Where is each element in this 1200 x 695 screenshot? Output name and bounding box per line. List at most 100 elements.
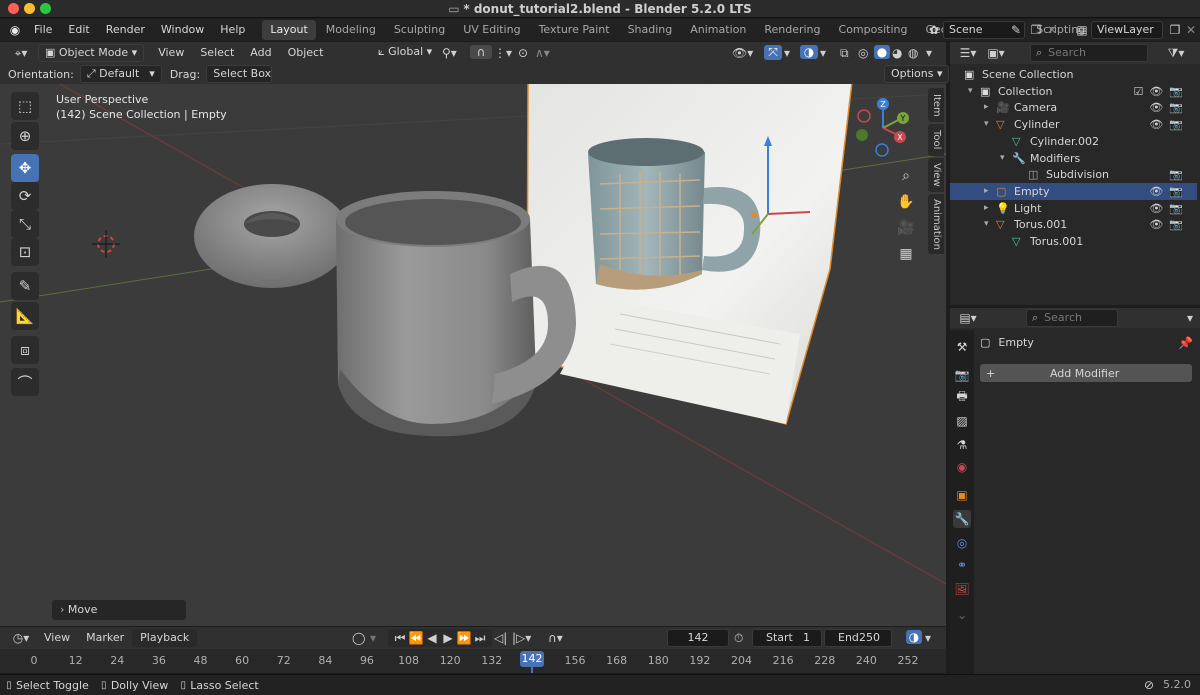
zoom-view-button[interactable]: ⌕ xyxy=(894,164,918,188)
sidebar-tab-item[interactable]: Item xyxy=(928,88,944,122)
visibility-toggles[interactable]: 👁📷 xyxy=(1149,200,1189,217)
workspace-tab-sculpting[interactable]: Sculpting xyxy=(386,20,453,40)
donut-object[interactable] xyxy=(194,184,350,288)
visibility-toggles[interactable]: 👁📷 xyxy=(1149,99,1189,116)
outliner-row-collection[interactable]: ▾ ▣ Collection ☑👁📷 xyxy=(950,83,1197,100)
render-tab[interactable]: 📷 xyxy=(953,366,971,384)
timeline-view-options-icon[interactable]: ◑ xyxy=(906,630,922,644)
playhead[interactable]: 142 xyxy=(520,651,544,667)
tool-tab[interactable]: ⚒ xyxy=(953,338,971,356)
add-cube-tool-button[interactable]: ⧈ xyxy=(11,336,39,364)
timeline-menu-marker[interactable]: Marker xyxy=(78,627,132,649)
measure-tool-button[interactable]: 📐 xyxy=(11,302,39,330)
viewport-menu-view[interactable]: View xyxy=(150,42,192,64)
shading-options-icon[interactable]: ▾ xyxy=(926,46,932,60)
jump-keyframe-forward-icon[interactable]: ⏩ xyxy=(456,631,472,645)
3d-cursor[interactable] xyxy=(92,230,120,258)
object-tab[interactable]: ▣ xyxy=(953,486,971,504)
end-frame-field[interactable]: End 250 xyxy=(824,629,892,647)
gizmo-toggle-icon[interactable]: ⤧ xyxy=(764,45,782,60)
delete-view-layer-icon[interactable]: ✕ xyxy=(1184,23,1198,37)
outliner-row-cylinder-002[interactable]: ▽ Cylinder.002 xyxy=(950,133,1197,150)
expand-toggle-icon[interactable]: ▸ xyxy=(984,200,989,217)
workspace-tab-uv-editing[interactable]: UV Editing xyxy=(455,20,528,40)
camera-view-button[interactable]: 🎥 xyxy=(894,216,918,240)
timeline-menu-view[interactable]: View xyxy=(36,627,78,649)
view-layer-icon[interactable]: ▤ xyxy=(1073,23,1091,37)
snap-icon[interactable]: ∩ xyxy=(470,45,492,59)
workspace-tab-compositing[interactable]: Compositing xyxy=(831,20,916,40)
visibility-toggles[interactable]: ☑👁📷 xyxy=(1133,83,1189,100)
current-frame-field[interactable]: 142 xyxy=(667,629,729,647)
outliner-row-empty[interactable]: ▸ ▢ Empty 👁📷 xyxy=(950,182,1197,200)
pin-icon[interactable]: 📌 xyxy=(1178,336,1193,350)
expand-toggle-icon[interactable]: ▾ xyxy=(984,116,989,133)
play-reverse-icon[interactable]: ◀ xyxy=(424,631,440,645)
delete-scene-icon[interactable]: ✕ xyxy=(1045,23,1059,37)
world-tab[interactable]: ◉ xyxy=(953,458,971,476)
menu-edit[interactable]: Edit xyxy=(60,19,97,41)
navigation-gizmo[interactable]: Z Y X xyxy=(854,94,912,160)
properties-options-icon[interactable]: ▾ xyxy=(1182,311,1198,325)
jump-keyframe-back-icon[interactable]: ⏪ xyxy=(408,631,424,645)
gizmo-dropdown-icon[interactable]: ▾ xyxy=(784,46,790,60)
workspace-tab-modeling[interactable]: Modeling xyxy=(318,20,384,40)
expand-toggle-icon[interactable]: ▾ xyxy=(1000,150,1005,167)
outliner-row-subdivision[interactable]: ◫ Subdivision 📷 xyxy=(950,166,1197,183)
network-off-icon[interactable]: ⊘ xyxy=(1144,678,1154,692)
pan-view-button[interactable]: ✋ xyxy=(894,190,918,214)
workspace-tab-animation[interactable]: Animation xyxy=(682,20,754,40)
jump-end-icon[interactable]: ⏭ xyxy=(472,631,488,646)
workspace-tab-texture-paint[interactable]: Texture Paint xyxy=(531,20,618,40)
output-tab[interactable]: 🖶 xyxy=(953,388,971,406)
expand-toggle-icon[interactable]: ▾ xyxy=(968,83,973,100)
timeline-editor-type-icon[interactable]: ◷▾ xyxy=(6,631,36,645)
shading-rendered-icon[interactable]: ◍ xyxy=(908,46,918,60)
menu-help[interactable]: Help xyxy=(212,19,253,41)
workspace-tab-layout[interactable]: Layout xyxy=(262,20,316,40)
play-icon[interactable]: ▶ xyxy=(440,631,456,645)
add-modifier-button[interactable]: + Add Modifier xyxy=(980,364,1192,382)
falloff-icon[interactable]: ∧▾ xyxy=(535,46,550,60)
last-operation-panel[interactable]: › Move xyxy=(52,600,186,620)
visibility-toggles[interactable]: 👁📷 xyxy=(1149,216,1189,233)
pin-scene-icon[interactable]: ✎ xyxy=(1009,23,1023,37)
modifiers-tab[interactable]: 🔧 xyxy=(953,510,971,528)
proportional-edit-icon[interactable]: ⊙ xyxy=(518,46,528,60)
visibility-toggles[interactable]: 📷 xyxy=(1169,166,1189,183)
outliner-row-scene-collection[interactable]: ▣ Scene Collection xyxy=(950,66,1197,83)
outliner-row-light[interactable]: ▸ 💡 Light 👁📷 xyxy=(950,200,1197,217)
shading-material-icon[interactable]: ◕ xyxy=(892,46,902,60)
outliner-editor-type-icon[interactable]: ☰▾ xyxy=(954,46,982,60)
snap-target-icon[interactable]: ⋮▾ xyxy=(494,46,512,60)
snapping-icon[interactable]: ∩▾ xyxy=(548,631,563,645)
sidebar-tab-view[interactable]: View xyxy=(928,158,944,192)
view-layer-tab[interactable]: ▨ xyxy=(953,412,971,430)
shading-solid-icon[interactable]: ● xyxy=(874,45,890,59)
filter-icon[interactable]: ⧩▾ xyxy=(1166,46,1186,61)
constraints-tab[interactable]: ⚭ xyxy=(953,556,971,574)
ortho-toggle-button[interactable]: ▦ xyxy=(894,242,918,266)
workspace-tab-shading[interactable]: Shading xyxy=(620,20,681,40)
auto-keying-icon[interactable]: ◯ xyxy=(352,631,365,645)
physics-tab[interactable]: ◎ xyxy=(953,534,971,552)
display-mode-icon[interactable]: ▣▾ xyxy=(982,46,1010,60)
outliner-row-camera[interactable]: ▸ 🎥 Camera 👁📷 xyxy=(950,99,1197,116)
select-tool-button[interactable]: ⬚ xyxy=(11,92,39,120)
drag-dropdown[interactable]: Select Box▾ xyxy=(206,65,273,96)
editor-type-icon[interactable]: ⌖▾ xyxy=(6,46,36,61)
viewport-menu-select[interactable]: Select xyxy=(192,42,242,64)
menu-window[interactable]: Window xyxy=(153,19,212,41)
outliner-row-cylinder[interactable]: ▾ ▽ Cylinder 👁📷 xyxy=(950,116,1197,133)
object-mode-dropdown[interactable]: ▣ Object Mode ▾ xyxy=(38,44,145,62)
timeline-options-dropdown-icon[interactable]: ▾ xyxy=(925,631,931,645)
scene-icon[interactable]: ✿ xyxy=(925,23,943,37)
expand-toggle-icon[interactable]: ▸ xyxy=(984,183,989,200)
cursor-tool-button[interactable]: ⊕ xyxy=(11,122,39,150)
overlay-toggle-icon[interactable]: ◑ xyxy=(800,45,818,59)
annotate-tool-button[interactable]: ✎ xyxy=(11,272,39,300)
properties-search-field[interactable]: ⌕ Search xyxy=(1026,309,1118,327)
expand-toggle-icon[interactable]: ▾ xyxy=(984,216,989,233)
pivot-icon[interactable]: ⚲▾ xyxy=(442,46,457,60)
new-view-layer-icon[interactable]: ❐ xyxy=(1166,23,1184,37)
